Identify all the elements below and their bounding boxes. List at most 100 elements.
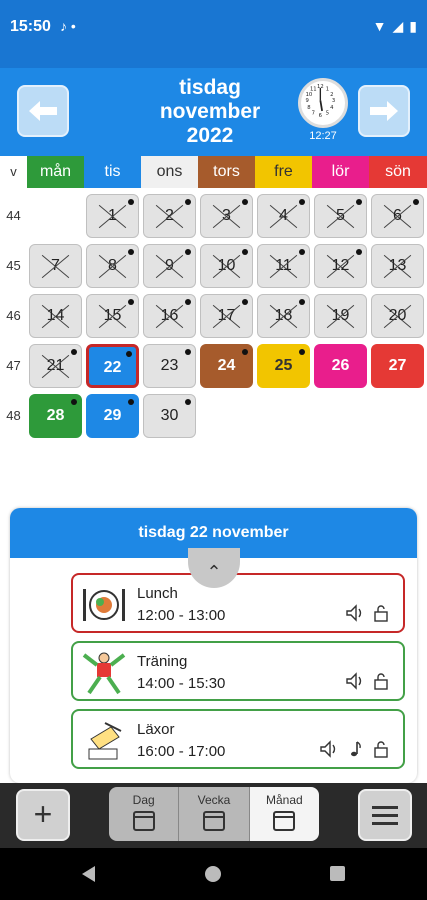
system-icons: ▼ ◢ ▮ <box>373 18 417 35</box>
day-cell-16[interactable]: 16 <box>143 294 196 338</box>
day-number: 9 <box>165 257 174 274</box>
day-cell-13[interactable]: 13 <box>371 244 424 288</box>
title-month: november <box>159 100 261 123</box>
day-cell-4[interactable]: 4 <box>257 194 310 238</box>
day-cell-1[interactable]: 1 <box>86 194 139 238</box>
event-dot <box>128 299 134 305</box>
day-cell-11[interactable]: 11 <box>257 244 310 288</box>
day-number: 5 <box>336 207 345 224</box>
day-cell-2[interactable]: 2 <box>143 194 196 238</box>
day-cell-6[interactable]: 6 <box>371 194 424 238</box>
lock-icon <box>374 605 388 622</box>
day-cell-5[interactable]: 5 <box>314 194 367 238</box>
day-number: 27 <box>388 357 407 374</box>
day-cell-28[interactable]: 28 <box>29 394 82 438</box>
add-button[interactable]: + <box>16 789 70 841</box>
svg-text:4: 4 <box>330 105 334 111</box>
day-number: 6 <box>393 207 402 224</box>
tab-week[interactable]: Vecka <box>179 787 250 841</box>
event-dot <box>299 199 305 205</box>
tab-day[interactable]: Dag <box>109 787 180 841</box>
signal-icon: ◢ <box>392 18 404 34</box>
event-time: 16:00 - 17:00 <box>137 743 226 760</box>
event-dot <box>356 199 362 205</box>
sound-icon <box>346 672 362 690</box>
day-cell-24[interactable]: 24 <box>200 344 253 388</box>
day-cell-10[interactable]: 10 <box>200 244 253 288</box>
event-icons <box>319 739 391 759</box>
day-cell-18[interactable]: 18 <box>257 294 310 338</box>
event-dot <box>242 349 248 355</box>
day-cell-12[interactable]: 12 <box>314 244 367 288</box>
previous-button[interactable] <box>17 85 69 137</box>
recents-icon[interactable] <box>330 866 345 881</box>
svg-text:1: 1 <box>326 87 329 93</box>
event-dot <box>128 199 134 205</box>
day-number: 24 <box>217 357 236 374</box>
svg-text:10: 10 <box>306 92 313 98</box>
day-cell-26[interactable]: 26 <box>314 344 367 388</box>
weekday-3: ons <box>141 156 198 188</box>
day-cell-3[interactable]: 3 <box>200 194 253 238</box>
view-tabs: Dag Vecka Månad <box>109 787 319 841</box>
event-dot <box>185 399 191 405</box>
status-time: 15:50 <box>10 18 51 35</box>
calendar-icon <box>202 811 225 831</box>
day-panel: tisdag 22 november Lunch 12:00 - 13:00 T… <box>10 508 417 783</box>
day-cell-9[interactable]: 9 <box>143 244 196 288</box>
day-cell-30[interactable]: 30 <box>143 394 196 438</box>
back-icon[interactable] <box>82 866 95 882</box>
weekday-header: v mån tis ons tors fre lör sön <box>0 156 427 188</box>
day-number: 2 <box>165 207 174 224</box>
day-cell-17[interactable]: 17 <box>200 294 253 338</box>
next-button[interactable] <box>358 85 410 137</box>
day-cell-25[interactable]: 25 <box>257 344 310 388</box>
event-dot <box>71 349 77 355</box>
event-dot <box>356 249 362 255</box>
tab-label: Månad <box>265 793 303 807</box>
day-number: 11 <box>275 257 292 274</box>
lunch-icon <box>83 589 125 621</box>
event-traning[interactable]: Träning 14:00 - 15:30 <box>71 641 405 701</box>
event-name: Läxor <box>137 721 175 738</box>
day-cell-27[interactable]: 27 <box>371 344 424 388</box>
event-dot <box>242 199 248 205</box>
menu-button[interactable] <box>358 789 412 841</box>
clock-time: 12:27 <box>309 130 337 142</box>
event-lunch[interactable]: Lunch 12:00 - 13:00 <box>71 573 405 633</box>
day-cell-20[interactable]: 20 <box>371 294 424 338</box>
weekday-1: mån <box>27 156 84 188</box>
day-number: 29 <box>103 407 122 424</box>
event-dot <box>126 351 132 357</box>
day-number: 23 <box>160 357 179 374</box>
event-dot <box>299 249 305 255</box>
notification-icons: ♪ • <box>60 18 76 34</box>
event-dot <box>242 249 248 255</box>
day-number: 12 <box>331 257 350 274</box>
day-cell-15[interactable]: 15 <box>86 294 139 338</box>
tab-month[interactable]: Månad <box>249 787 319 841</box>
day-number: 13 <box>388 257 407 274</box>
day-cell-21[interactable]: 21 <box>29 344 82 388</box>
day-number: 21 <box>46 357 65 374</box>
day-cell-14[interactable]: 14 <box>29 294 82 338</box>
day-cell-19[interactable]: 19 <box>314 294 367 338</box>
day-cell-8[interactable]: 8 <box>86 244 139 288</box>
day-number: 17 <box>217 307 236 324</box>
weekday-7: sön <box>369 156 427 188</box>
day-number: 10 <box>217 257 236 274</box>
event-dot <box>185 199 191 205</box>
event-name: Träning <box>137 653 188 670</box>
day-cell-7[interactable]: 7 <box>29 244 82 288</box>
calendar-icon <box>273 811 296 831</box>
day-number: 1 <box>108 207 117 224</box>
weekday-5: fre <box>255 156 312 188</box>
homework-icon <box>88 722 122 760</box>
day-cell-29[interactable]: 29 <box>86 394 139 438</box>
week-number: 44 <box>6 208 21 223</box>
day-cell-22[interactable]: 22 <box>86 344 139 388</box>
home-icon[interactable] <box>205 866 221 882</box>
day-cell-23[interactable]: 23 <box>143 344 196 388</box>
day-number: 16 <box>160 307 179 324</box>
event-laxor[interactable]: Läxor 16:00 - 17:00 <box>71 709 405 769</box>
